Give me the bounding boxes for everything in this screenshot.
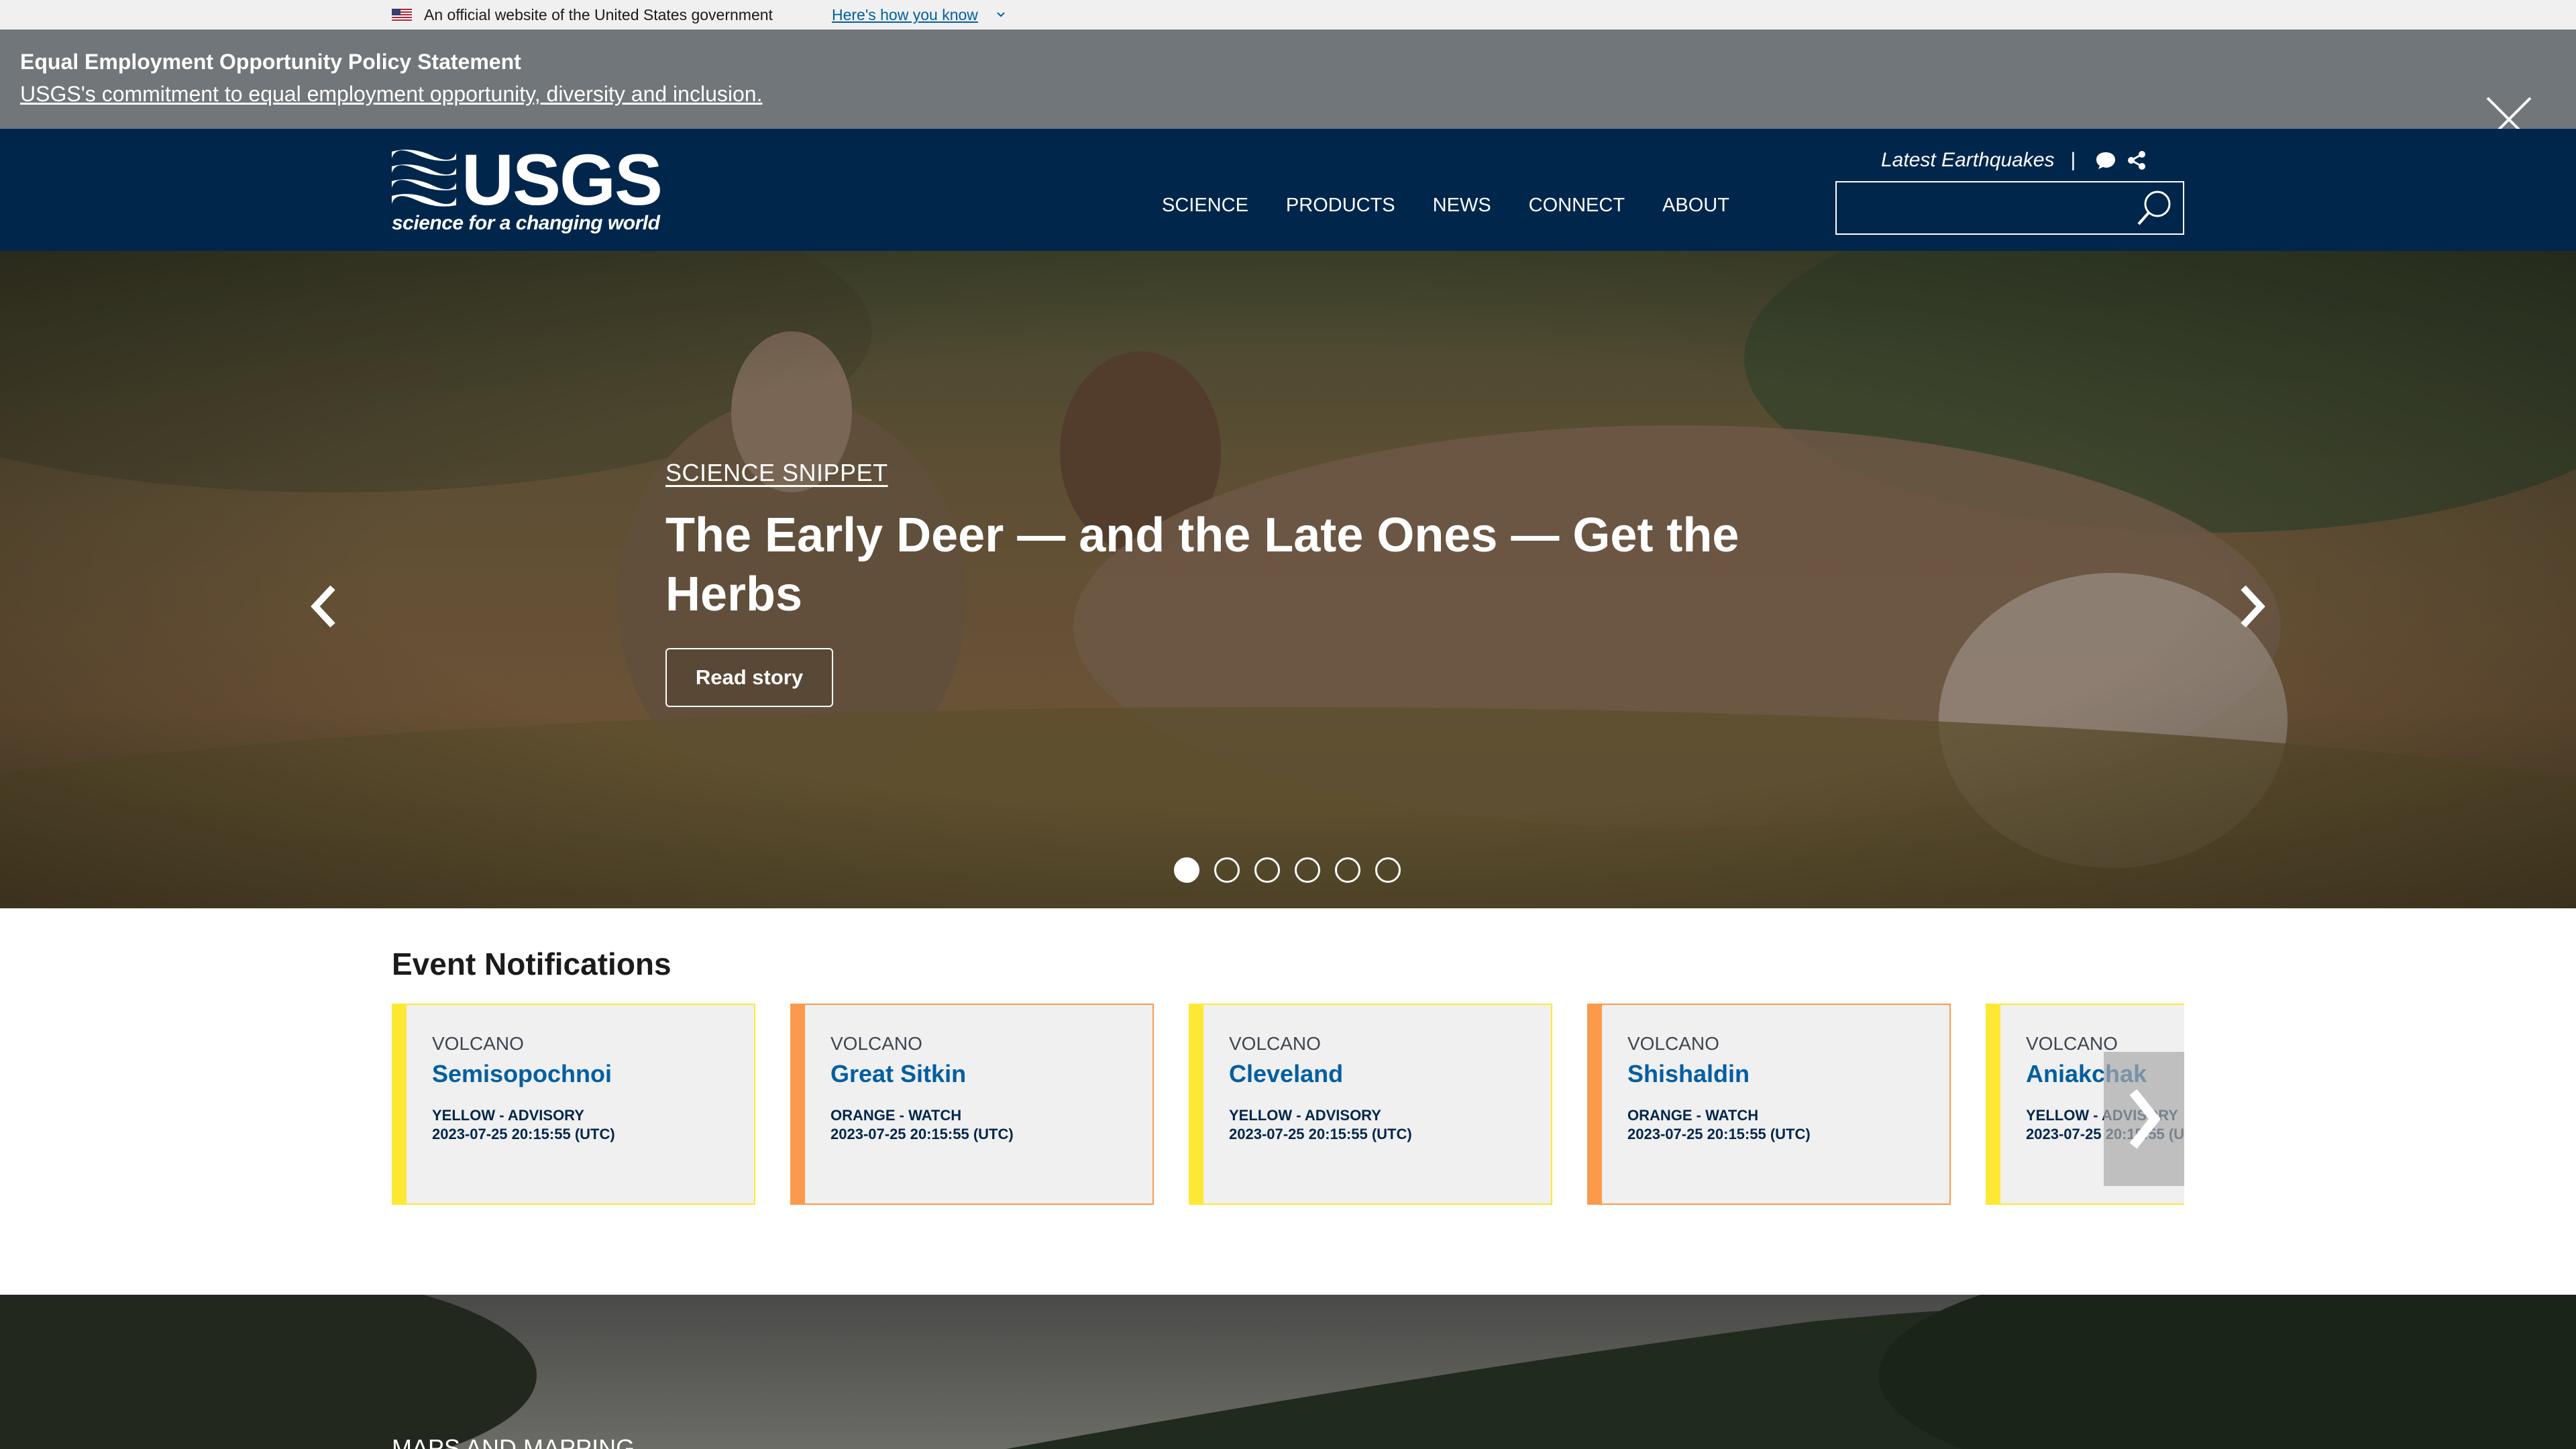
eeo-link[interactable]: USGS's commitment to equal employment op… — [20, 82, 762, 107]
alert-level-stripe — [792, 1005, 805, 1203]
carousel-dot[interactable] — [1375, 857, 1401, 883]
event-notifications-heading: Event Notifications — [392, 947, 672, 981]
event-time: 2023-07-25 20:15:55 (UTC) — [432, 1126, 615, 1142]
event-time: 2023-07-25 20:15:55 (UTC) — [1627, 1126, 1811, 1142]
carousel-dot[interactable] — [1335, 857, 1360, 883]
speech-bubble-icon[interactable] — [2094, 150, 2117, 170]
event-status: YELLOW - ADVISORY — [1229, 1107, 1381, 1124]
carousel-dot[interactable] — [1214, 857, 1240, 883]
chevron-right-icon[interactable] — [2230, 580, 2274, 633]
gov-banner-text: An official website of the United States… — [424, 6, 773, 23]
usgs-wave-icon — [392, 150, 456, 207]
hero-title: The Early Deer — and the Late Ones — Get… — [665, 508, 1739, 621]
carousel-dot[interactable] — [1295, 857, 1320, 883]
alert-level-stripe — [1190, 1005, 1203, 1203]
alert-level-stripe — [1987, 1005, 2000, 1203]
hero-carousel: SCIENCE SNIPPET The Early Deer — and the… — [0, 251, 2576, 908]
event-status: ORANGE - WATCH — [1627, 1107, 1759, 1124]
event-type: VOLCANO — [830, 1033, 922, 1054]
chevron-down-icon[interactable] — [996, 9, 1006, 20]
quick-separator: | — [2070, 149, 2076, 171]
nav-about[interactable]: ABOUT — [1662, 195, 1729, 217]
maps-section: MAPS AND MAPPING — [0, 1295, 2576, 1449]
maps-landscape-image — [0, 1295, 2576, 1449]
logo-tagline: science for a changing world — [392, 212, 660, 234]
event-type: VOLCANO — [1627, 1033, 1719, 1054]
event-card[interactable]: VOLCANO Cleveland YELLOW - ADVISORY 2023… — [1189, 1004, 1552, 1205]
logo-wordmark: USGS — [462, 139, 663, 220]
us-flag-icon — [392, 9, 412, 22]
event-name[interactable]: Semisopochnoi — [432, 1060, 612, 1088]
event-type: VOLCANO — [1229, 1033, 1321, 1054]
event-status: YELLOW - ADVISORY — [432, 1107, 584, 1124]
nav-science[interactable]: SCIENCE — [1162, 195, 1248, 217]
event-time: 2023-07-25 20:15:55 (UTC) — [1229, 1126, 1412, 1142]
event-card[interactable]: VOLCANO Great Sitkin ORANGE - WATCH 2023… — [790, 1004, 1154, 1205]
event-name[interactable]: Great Sitkin — [830, 1060, 966, 1088]
chevron-right-icon — [2129, 1089, 2161, 1149]
search-input[interactable] — [1837, 182, 2129, 233]
carousel-dots — [1174, 857, 1415, 883]
main-nav: SCIENCE PRODUCTS NEWS CONNECT ABOUT — [1162, 195, 1767, 217]
chevron-left-icon[interactable] — [302, 580, 346, 633]
alert-level-stripe — [393, 1005, 407, 1203]
event-name[interactable]: Shishaldin — [1627, 1060, 1750, 1088]
search-icon[interactable] — [2133, 186, 2176, 229]
gov-banner: An official website of the United States… — [0, 0, 2576, 30]
event-name[interactable]: Cleveland — [1229, 1060, 1343, 1088]
eeo-alert: Equal Employment Opportunity Policy Stat… — [0, 30, 2576, 142]
search-box — [1835, 181, 2184, 235]
carousel-dot[interactable] — [1174, 857, 1199, 883]
event-time: 2023-07-25 20:15:55 (UTC) — [830, 1126, 1014, 1142]
carousel-dot[interactable] — [1254, 857, 1280, 883]
maps-section-label: MAPS AND MAPPING — [392, 1434, 635, 1449]
event-card[interactable]: VOLCANO Semisopochnoi YELLOW - ADVISORY … — [392, 1004, 755, 1205]
eeo-title: Equal Employment Opportunity Policy Stat… — [20, 50, 521, 74]
hero-category-link[interactable]: SCIENCE SNIPPET — [665, 459, 888, 487]
nav-products[interactable]: PRODUCTS — [1286, 195, 1395, 217]
event-cards: VOLCANO Semisopochnoi YELLOW - ADVISORY … — [392, 1004, 2184, 1208]
usgs-logo[interactable]: USGS science for a changing world — [392, 144, 663, 236]
alert-level-stripe — [1589, 1005, 1602, 1203]
site-header: USGS science for a changing world SCIENC… — [0, 129, 2576, 251]
event-type: VOLCANO — [432, 1033, 524, 1054]
heres-how-you-know-link[interactable]: Here's how you know — [832, 6, 978, 24]
share-icon[interactable] — [2125, 150, 2148, 170]
latest-earthquakes-link[interactable]: Latest Earthquakes — [1881, 149, 2055, 172]
event-card[interactable]: VOLCANO Shishaldin ORANGE - WATCH 2023-0… — [1587, 1004, 1951, 1205]
quick-links: Latest Earthquakes | — [1881, 149, 2148, 172]
read-story-button[interactable]: Read story — [665, 648, 833, 707]
event-status: ORANGE - WATCH — [830, 1107, 962, 1124]
nav-news[interactable]: NEWS — [1433, 195, 1491, 217]
cards-next-button[interactable] — [2104, 1052, 2184, 1186]
nav-connect[interactable]: CONNECT — [1529, 195, 1625, 217]
